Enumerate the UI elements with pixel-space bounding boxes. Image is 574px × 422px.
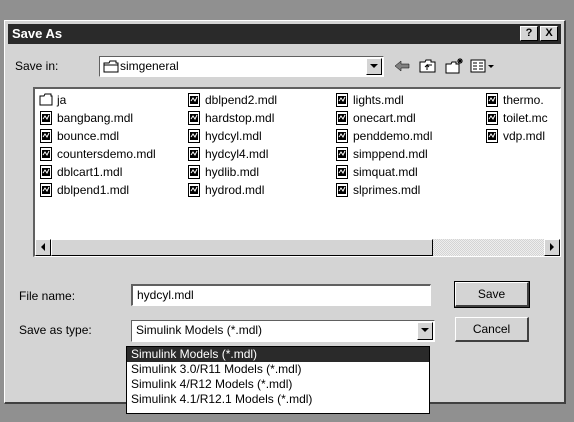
save-type-dropdown-button[interactable] (417, 322, 433, 340)
file-name: dblpend1.mdl (57, 183, 130, 197)
save-type-value: Simulink Models (*.mdl) (136, 323, 263, 337)
file-list[interactable]: ja bangbang.mdl bounce.mdl countersdemo.mdl… (33, 87, 561, 257)
chevron-right-icon (550, 243, 554, 251)
model-file-icon (187, 147, 201, 161)
cancel-button[interactable]: Cancel (455, 317, 529, 342)
save-type-option[interactable]: Simulink 4.1/R12.1 Models (*.mdl) (127, 392, 429, 407)
save-type-options[interactable]: Simulink Models (*.mdl) Simulink 3.0/R11 … (126, 346, 430, 414)
file-name: hydlib.mdl (205, 165, 260, 179)
save-in-combo[interactable]: simgeneral (99, 56, 384, 77)
file-name: hardstop.mdl (205, 111, 275, 125)
file-name: bounce.mdl (57, 129, 120, 143)
model-file-icon (485, 129, 499, 143)
model-file-icon (485, 93, 499, 107)
model-file-icon (335, 183, 349, 197)
model-file-icon (39, 183, 53, 197)
file-name: toilet.mc (503, 111, 548, 125)
save-in-dropdown-button[interactable] (366, 58, 382, 75)
model-file-icon (335, 165, 349, 179)
scroll-track[interactable] (433, 239, 544, 256)
scroll-left-button[interactable] (35, 239, 51, 256)
save-type-label: Save as type: (19, 323, 92, 337)
close-button[interactable]: X (540, 26, 558, 41)
view-menu-button[interactable] (469, 57, 497, 75)
dialog-title: Save As (12, 26, 63, 41)
model-file-icon (187, 111, 201, 125)
file-name-field[interactable]: hydcyl.mdl (131, 284, 431, 306)
file-name: vdp.mdl (503, 129, 546, 143)
back-arrow-icon (394, 60, 410, 72)
view-menu-icon (470, 59, 494, 73)
folder-icon (39, 93, 53, 107)
model-file-icon (187, 183, 201, 197)
file-name-label: File name: (19, 289, 76, 303)
folder-icon (103, 60, 119, 73)
chevron-down-icon (370, 64, 378, 68)
model-file-icon (187, 129, 201, 143)
save-type-combo[interactable]: Simulink Models (*.mdl) (131, 320, 435, 342)
save-type-option[interactable]: Simulink 3.0/R11 Models (*.mdl) (127, 362, 429, 377)
model-file-icon (39, 129, 53, 143)
file-name: slprimes.mdl (353, 183, 421, 197)
file-name: hydcyl.mdl (205, 129, 262, 143)
up-folder-icon (419, 59, 436, 73)
file-name: countersdemo.mdl (57, 147, 156, 161)
model-file-icon (335, 111, 349, 125)
file-name: bangbang.mdl (57, 111, 134, 125)
file-name: thermo. (503, 93, 544, 107)
title-bar[interactable]: Save As ? X (8, 24, 561, 44)
file-name: hydcyl4.mdl (205, 147, 269, 161)
chevron-down-icon (421, 328, 429, 332)
up-folder-button[interactable] (417, 57, 439, 75)
chevron-left-icon (41, 243, 45, 251)
new-folder-icon (445, 58, 463, 74)
save-in-label: Save in: (15, 59, 59, 73)
horizontal-scrollbar[interactable] (35, 239, 560, 256)
model-file-icon (39, 111, 53, 125)
save-button[interactable]: Save (454, 281, 530, 308)
model-file-icon (39, 147, 53, 161)
file-name: simppend.mdl (353, 147, 428, 161)
file-name: dblcart1.mdl (57, 165, 123, 179)
save-in-value: simgeneral (120, 59, 179, 73)
save-type-option[interactable]: Simulink 4/R12 Models (*.mdl) (127, 377, 429, 392)
save-type-option[interactable]: Simulink Models (*.mdl) (127, 347, 429, 362)
new-folder-button[interactable] (443, 57, 465, 75)
file-name: hydrod.mdl (205, 183, 265, 197)
model-file-icon (335, 129, 349, 143)
model-file-icon (187, 93, 201, 107)
file-name: ja (57, 93, 67, 107)
model-file-icon (335, 93, 349, 107)
help-button[interactable]: ? (520, 26, 538, 41)
file-name: penddemo.mdl (353, 129, 433, 143)
file-name: dblpend2.mdl (205, 93, 278, 107)
file-name: simquat.mdl (353, 165, 418, 179)
model-file-icon (187, 165, 201, 179)
model-file-icon (39, 165, 53, 179)
scroll-thumb[interactable] (51, 239, 433, 256)
file-name: lights.mdl (353, 93, 404, 107)
scroll-right-button[interactable] (544, 239, 560, 256)
model-file-icon (335, 147, 349, 161)
back-button[interactable] (391, 57, 413, 75)
model-file-icon (485, 111, 499, 125)
file-name: onecart.mdl (353, 111, 416, 125)
